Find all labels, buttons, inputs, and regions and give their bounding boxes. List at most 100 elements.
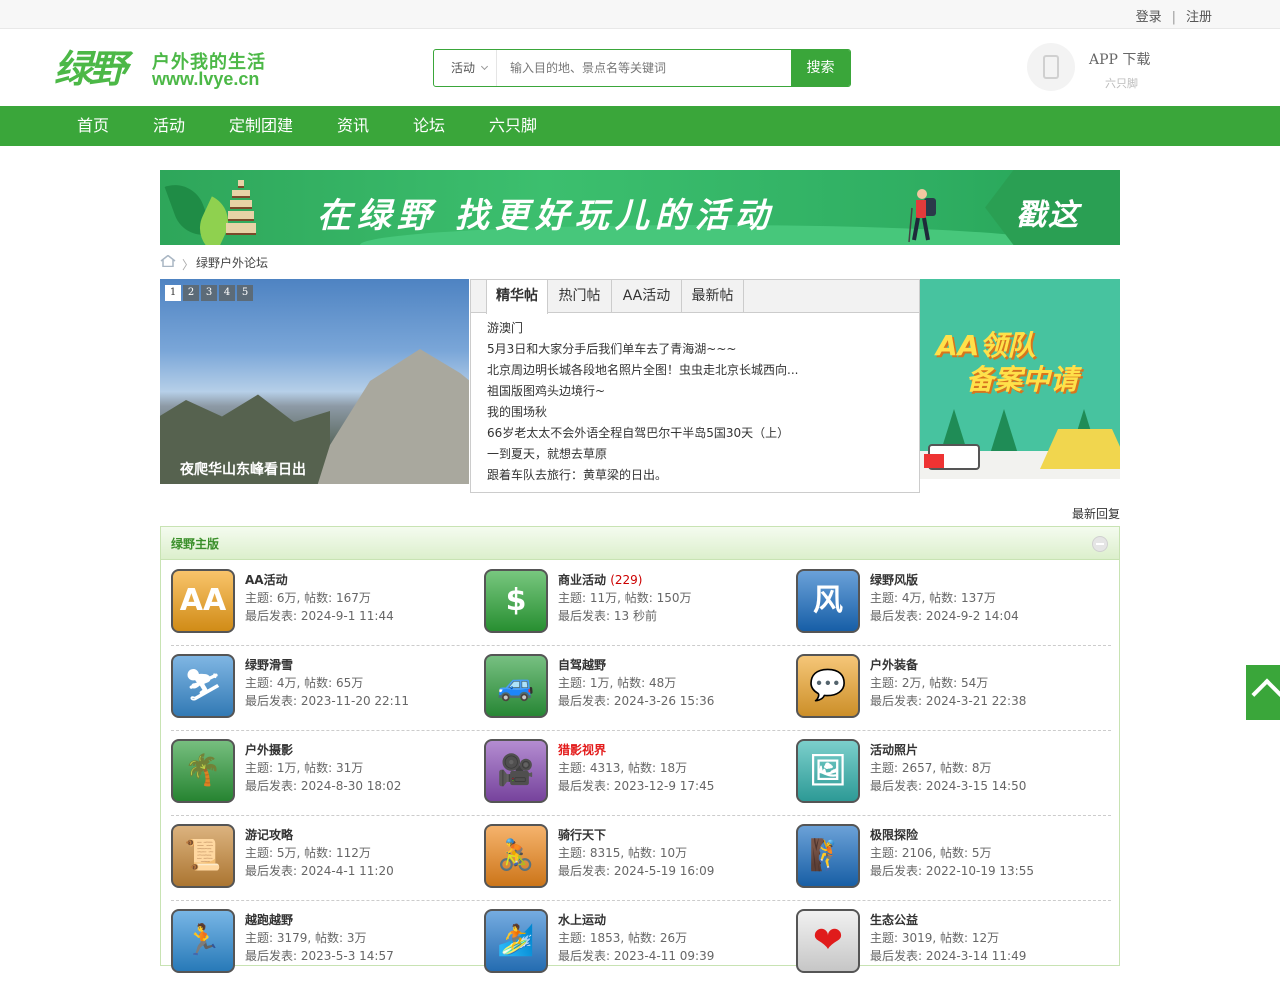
aa-leader-ad[interactable]: AA领队 备案中请 xyxy=(920,279,1120,479)
board-last-post[interactable]: 最后发表: 2023-5-3 14:57 xyxy=(245,947,394,964)
tab-hot[interactable]: 热门帖 xyxy=(548,280,612,313)
ski-icon[interactable]: ⛷ xyxy=(171,654,235,718)
runner-icon[interactable]: 🏃 xyxy=(171,909,235,973)
climber-icon[interactable]: 🧗 xyxy=(796,824,860,888)
tab-latest[interactable]: 最新帖 xyxy=(682,280,744,313)
bicycle-icon[interactable]: 🚴 xyxy=(484,824,548,888)
board-name[interactable]: 户外摄影 xyxy=(245,741,293,758)
forum-board: 🖼 活动照片 主题: 2657, 帖数: 8万 最后发表: 2024-3-15 14… xyxy=(796,739,1096,805)
nav-item-news[interactable]: 资讯 xyxy=(337,106,369,146)
board-icon-symbol: 风 xyxy=(813,583,843,618)
board-last-post[interactable]: 最后发表: 2024-4-1 11:20 xyxy=(245,862,394,879)
back-to-top-button[interactable] xyxy=(1246,665,1280,720)
map-scroll-icon[interactable]: 📜 xyxy=(171,824,235,888)
tab-featured[interactable]: 精华帖 xyxy=(486,280,548,314)
search-button[interactable]: 搜索 xyxy=(791,50,850,86)
collapse-icon[interactable] xyxy=(1092,536,1108,552)
thread-link[interactable]: 5月3日和大家分手后我们单车去了青海湖~~~ xyxy=(487,339,798,360)
slider-page-4[interactable]: 4 xyxy=(219,285,235,301)
board-name[interactable]: 游记攻略 xyxy=(245,826,293,843)
board-name[interactable]: 自驾越野 xyxy=(558,656,606,673)
board-name[interactable]: 骑行天下 xyxy=(558,826,606,843)
board-last-post[interactable]: 最后发表: 2024-8-30 18:02 xyxy=(245,777,401,794)
board-last-post[interactable]: 最后发表: 2024-3-21 22:38 xyxy=(870,692,1026,709)
image-slider[interactable]: 12345 夜爬华山东峰看日出 xyxy=(160,279,469,484)
board-name[interactable]: 极限探险 xyxy=(870,826,918,843)
slider-page-3[interactable]: 3 xyxy=(201,285,217,301)
nav-item-activities[interactable]: 活动 xyxy=(153,106,185,146)
search-category-value: 活动 xyxy=(451,61,476,75)
nav-item-team-building[interactable]: 定制团建 xyxy=(229,106,293,146)
photo-icon[interactable]: 🖼 xyxy=(796,739,860,803)
board-name[interactable]: 越跑越野 xyxy=(245,911,293,928)
main-nav: 首页 活动 定制团建 资讯 论坛 六只脚 xyxy=(0,106,1280,146)
board-stats: 主题: 2106, 帖数: 5万 xyxy=(870,846,992,860)
heart-icon[interactable]: ❤ xyxy=(796,909,860,973)
board-stats: 主题: 1万, 帖数: 31万 xyxy=(245,761,364,775)
money-bag-icon[interactable]: $ xyxy=(484,569,548,633)
board-last-post[interactable]: 最后发表: 2024-9-2 14:04 xyxy=(870,607,1019,624)
board-name[interactable]: 商业活动 (229) xyxy=(558,571,642,588)
thread-link[interactable]: 跟着车队去旅行：黄草梁的日出。 xyxy=(487,465,798,486)
latest-reply-link[interactable]: 最新回复 xyxy=(1072,505,1120,522)
board-icon-symbol: 💬 xyxy=(809,668,847,703)
search-input[interactable] xyxy=(496,50,792,86)
thread-link[interactable]: 北京周边明长城各段地名照片全图！虫虫走北京长城西向... xyxy=(487,360,798,381)
login-link[interactable]: 登录 xyxy=(1136,10,1162,25)
board-title: 自驾越野 xyxy=(558,658,607,672)
forum-section-title[interactable]: 绿野主版 xyxy=(171,535,219,552)
app-download-subtitle: 六只脚 xyxy=(1105,77,1138,90)
car-icon[interactable]: 🚙 xyxy=(484,654,548,718)
slider-caption[interactable]: 夜爬华山东峰看日出 xyxy=(180,459,306,479)
palm-tree-icon[interactable]: 🌴 xyxy=(171,739,235,803)
slider-page-1[interactable]: 1 xyxy=(165,285,181,301)
forum-board-row: 🌴 户外摄影 主题: 1万, 帖数: 31万最后发表: 2024-8-30 18:… xyxy=(161,731,1121,816)
board-last-post[interactable]: 最后发表: 2023-4-11 09:39 xyxy=(558,947,714,964)
board-name[interactable]: 绿野滑雪 xyxy=(245,656,293,673)
board-last-post[interactable]: 最后发表: 2022-10-19 13:55 xyxy=(870,862,1034,879)
board-last-post[interactable]: 最后发表: 2024-3-26 15:36 xyxy=(558,692,714,709)
board-name[interactable]: 活动照片 xyxy=(870,741,918,758)
film-camera-icon[interactable]: 🎥 xyxy=(484,739,548,803)
thread-link[interactable]: 游澳门 xyxy=(487,318,798,339)
thread-link[interactable]: 一到夏天，就想去草原 xyxy=(487,444,798,465)
aa-ad-text: AA领队 备案中请 xyxy=(936,329,1078,397)
surf-icon[interactable]: 🏄 xyxy=(484,909,548,973)
board-last-post[interactable]: 最后发表: 13 秒前 xyxy=(558,607,657,624)
nav-item-six-feet[interactable]: 六只脚 xyxy=(489,106,537,146)
hiker-icon xyxy=(908,189,936,243)
board-last-post[interactable]: 最后发表: 2024-5-19 16:09 xyxy=(558,862,714,879)
wind-icon[interactable]: 风 xyxy=(796,569,860,633)
board-last-post[interactable]: 最后发表: 2023-11-20 22:11 xyxy=(245,692,409,709)
slider-page-2[interactable]: 2 xyxy=(183,285,199,301)
board-name[interactable]: 绿野风版 xyxy=(870,571,918,588)
board-name[interactable]: 户外装备 xyxy=(870,656,918,673)
tab-aa-activity[interactable]: AA活动 xyxy=(612,280,682,313)
search-category-select[interactable]: 活动 xyxy=(434,50,496,86)
board-last-post[interactable]: 最后发表: 2023-12-9 17:45 xyxy=(558,777,714,794)
breadcrumb-current[interactable]: 绿野户外论坛 xyxy=(196,254,268,271)
register-link[interactable]: 注册 xyxy=(1186,10,1212,25)
nav-item-home[interactable]: 首页 xyxy=(77,106,109,146)
thread-link[interactable]: 我的围场秋 xyxy=(487,402,798,423)
promo-banner[interactable]: 在绿野 找更好玩儿的活动 戳这 xyxy=(160,170,1120,245)
thread-link[interactable]: 66岁老太太不会外语全程自驾巴尔干半岛5国30天（上） xyxy=(487,423,798,444)
board-title: 活动照片 xyxy=(870,743,919,757)
board-last-post[interactable]: 最后发表: 2024-9-1 11:44 xyxy=(245,607,394,624)
site-logo[interactable]: 绿野 户外我的生活 www.lvye.cn xyxy=(54,47,284,91)
board-last-post[interactable]: 最后发表: 2024-3-14 11:49 xyxy=(870,947,1026,964)
board-last-post[interactable]: 最后发表: 2024-3-15 14:50 xyxy=(870,777,1026,794)
thread-link[interactable]: 祖国版图鸡头边境行~ xyxy=(487,381,798,402)
aa-icon[interactable]: AA xyxy=(171,569,235,633)
forum-board: 🧗 极限探险 主题: 2106, 帖数: 5万最后发表: 2022-10-19 1… xyxy=(796,824,1096,890)
nav-item-forum[interactable]: 论坛 xyxy=(413,106,445,146)
board-name[interactable]: 生态公益 xyxy=(870,911,918,928)
home-icon[interactable] xyxy=(160,255,176,267)
app-download[interactable]: APP 下载 六只脚 xyxy=(1027,43,1187,93)
board-name[interactable]: 水上运动 xyxy=(558,911,606,928)
board-name[interactable]: 猎影视界 xyxy=(558,741,606,758)
board-name[interactable]: AA活动 xyxy=(245,571,288,588)
slider-page-5[interactable]: 5 xyxy=(237,285,253,301)
chat-bubble-icon[interactable]: 💬 xyxy=(796,654,860,718)
board-title: 生态公益 xyxy=(870,913,919,927)
